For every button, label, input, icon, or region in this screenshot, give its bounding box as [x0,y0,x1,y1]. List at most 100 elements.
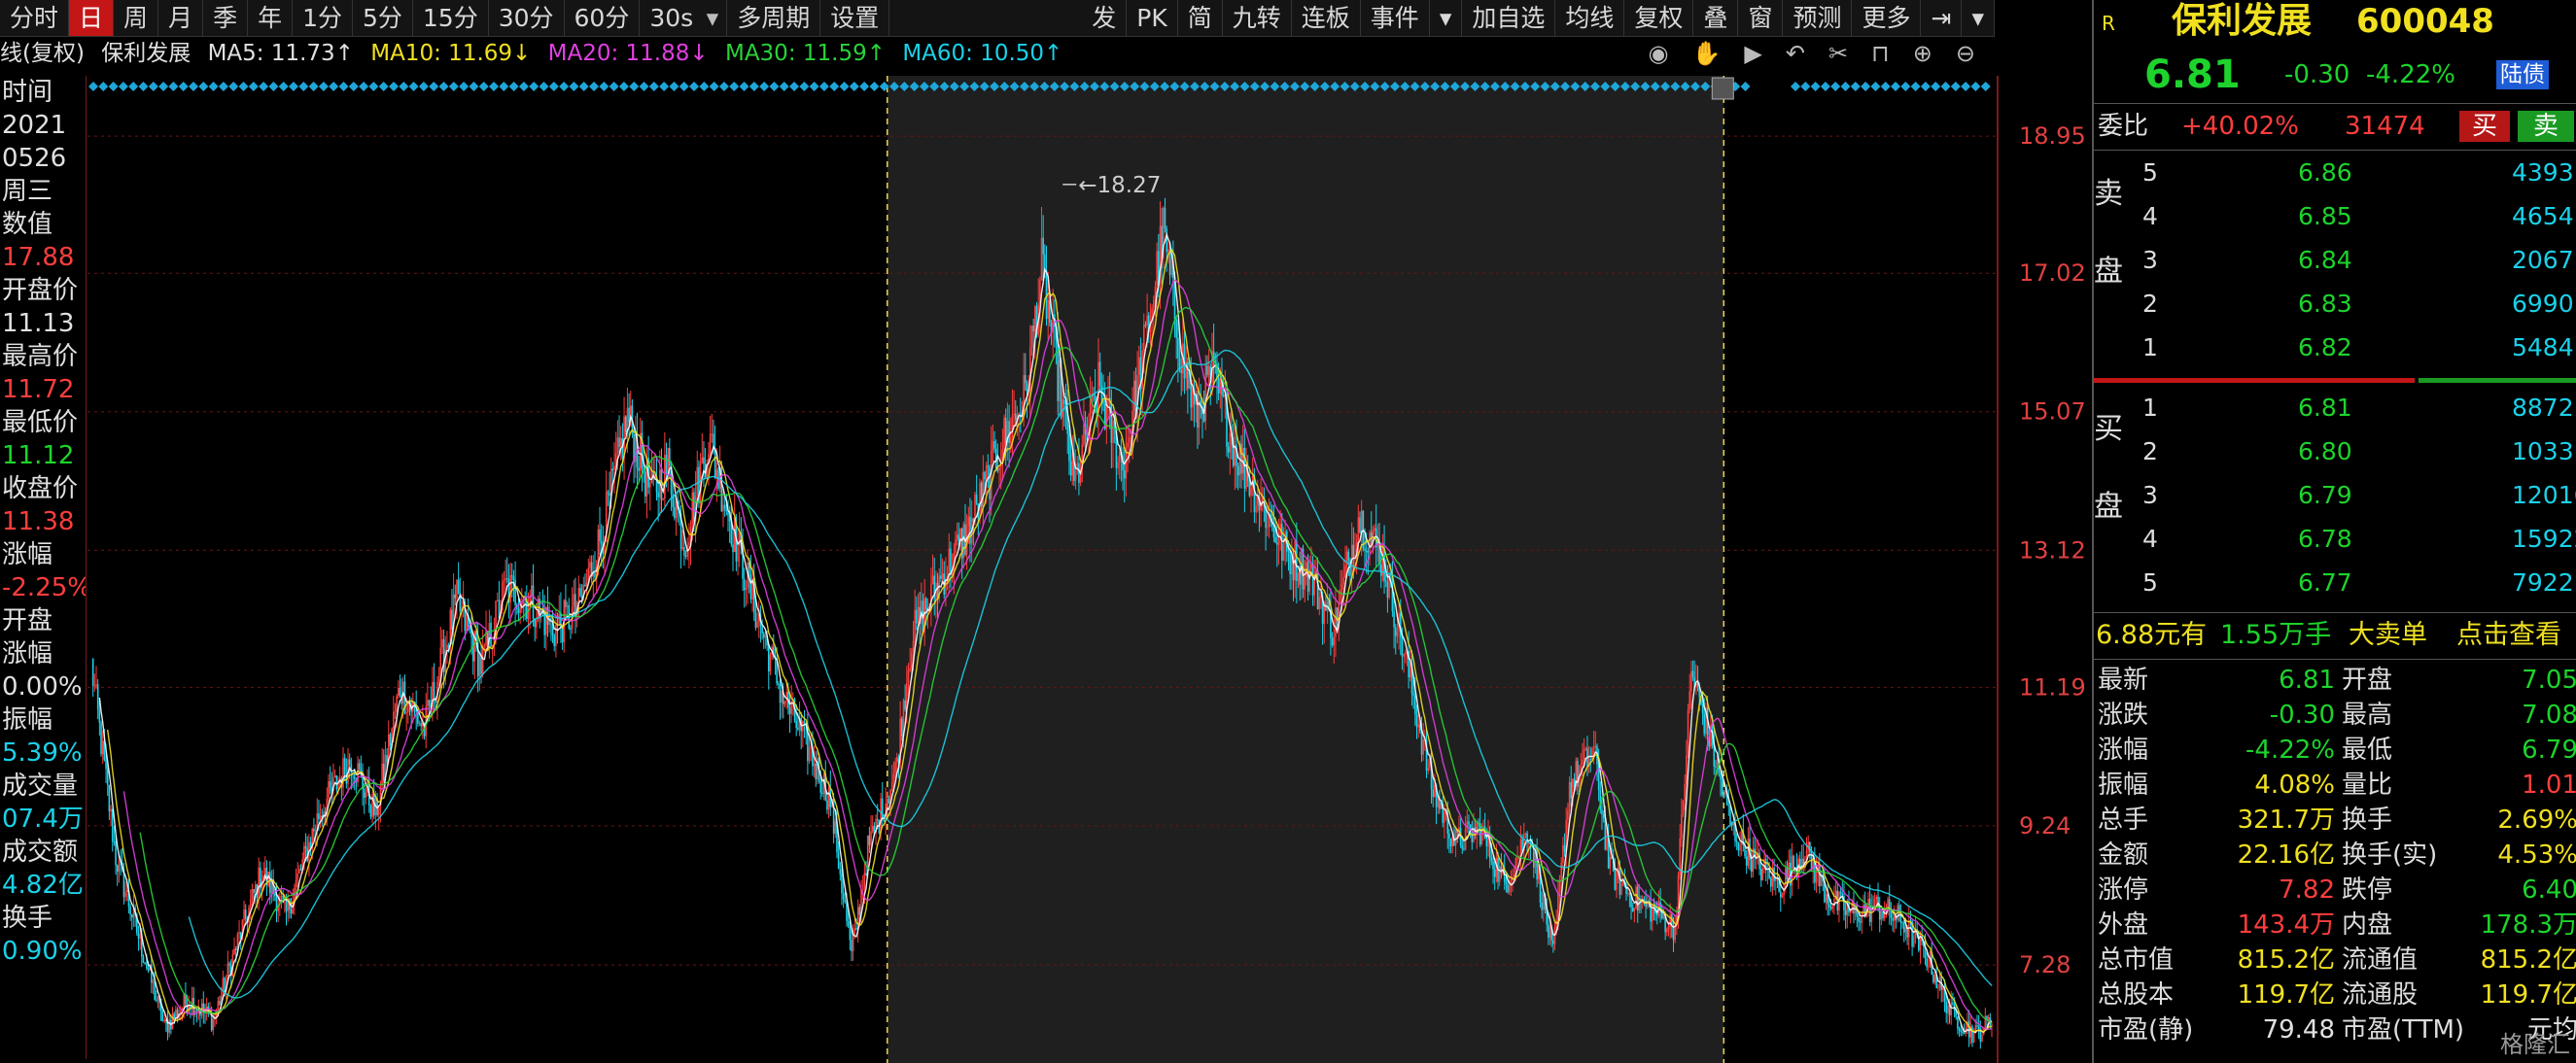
candle-body [1485,837,1488,846]
period-tab-1[interactable]: 日 [69,0,115,36]
ask-level-row[interactable]: 3 6.84 2067 [2123,239,2576,282]
candle-body [1691,670,1694,678]
eye-icon[interactable]: ◉ [1649,37,1669,70]
period-tab-6[interactable]: 1分 [293,0,353,36]
function-button-6[interactable]: 加自选 [1462,0,1556,36]
ask-level-row[interactable]: 4 6.85 4654 [2123,195,2576,238]
bid-level-row[interactable]: 5 6.77 7922 [2123,562,2576,604]
function-button-7[interactable]: 均线 [1555,0,1625,36]
ask-level-row[interactable]: 1 6.82 5484 [2123,326,2576,369]
zoom-out-icon[interactable]: ⊖ [1956,37,1975,70]
candle-body [1432,789,1434,798]
connect-badge[interactable]: 陆债 [2496,60,2549,89]
period-tab-8[interactable]: 15分 [413,0,489,36]
bid-level-price: 6.81 [2298,394,2352,422]
period-tab-7[interactable]: 5分 [353,0,413,36]
period-tab-13[interactable]: 设置 [820,0,890,36]
price-tick-label: 7.28 [2019,951,2071,978]
function-button-1[interactable]: PK [1127,0,1178,36]
kline-chart[interactable]: 18.9517.0215.0713.1211.199.247.28←18.276… [87,76,2090,1063]
function-button-9[interactable]: 叠 [1693,0,1739,36]
candle-body [1558,880,1561,894]
zoom-in-icon[interactable]: ⊕ [1913,37,1932,70]
ask-level-row[interactable]: 5 6.86 4393 [2123,152,2576,194]
bid-level-row[interactable]: 2 6.80 10331 [2123,430,2576,473]
stat-value: 119.7亿 [2480,980,2576,1010]
candle-body [226,963,229,978]
candle-body [888,799,890,805]
event-marker [518,82,529,91]
price-tick-label: 11.19 [2019,673,2086,701]
bid-level-row[interactable]: 1 6.81 8872 [2123,387,2576,429]
hand-icon[interactable]: ✋ [1691,37,1721,70]
price-change: -0.30 [2284,60,2350,89]
event-marker [88,82,98,91]
sell-button[interactable]: 卖 [2518,111,2574,142]
event-marker [1861,82,1871,91]
function-button-4[interactable]: 连板 [1292,0,1361,36]
function-button-0[interactable]: 发 [1082,0,1128,36]
collapse-panel-icon[interactable]: ⇥ [1921,0,1963,36]
candle-body [611,468,614,470]
function-button-3[interactable]: 九转 [1223,0,1292,36]
info-row-22: 07.4万 [2,805,84,834]
function-button-2[interactable]: 简 [1178,0,1223,36]
period-tab-12[interactable]: 多周期 [727,0,821,36]
candle-body [106,769,109,785]
period-tab-3[interactable]: 月 [158,0,204,36]
candle-body [909,668,911,671]
candle-body [917,606,920,624]
function-button-10[interactable]: 窗 [1738,0,1784,36]
candle-body [398,687,400,697]
candle-body [1552,940,1554,944]
event-marker [1840,82,1851,91]
function-button-5[interactable]: 事件 [1361,0,1430,36]
ma5-label: MA5: 11.73↑ [207,41,354,66]
candle-body [238,932,240,935]
candle-body [483,645,486,647]
chevron-down-icon[interactable]: ▾ [707,0,719,36]
candle-body [795,720,797,728]
buy-button[interactable]: 买 [2459,111,2510,142]
period-tab-2[interactable]: 周 [114,0,159,36]
event-marker [659,82,670,91]
bid-level-row[interactable]: 3 6.79 12016 [2123,474,2576,517]
candle-body [1289,551,1291,575]
function-button-11[interactable]: 预测 [1783,0,1853,36]
info-row-0: 时间 [2,78,53,107]
period-tab-0[interactable]: 分时 [0,0,70,36]
period-tab-10[interactable]: 60分 [565,0,641,36]
scissors-icon[interactable]: ✂ [1828,37,1848,70]
lock-icon[interactable]: ⊓ [1871,37,1890,70]
more-dropdown-icon[interactable]: ▾ [1962,0,1995,36]
big-order-row[interactable]: 6.88元有 1.55万手 大卖单 点击查看 [2094,614,2576,657]
candle-body [1831,906,1834,909]
big-order-view-link[interactable]: 点击查看 [2456,614,2561,657]
candle-body [1829,907,1832,909]
period-tab-11[interactable]: 30s ▾ [640,0,728,36]
function-buttons: 发 PK 简九转 连板 事件 ▾ 加自选 均线 复权叠窗预测 更多 ⇥ ▾ [1082,0,1995,36]
candle-body [1721,779,1723,795]
event-dropdown-icon[interactable]: ▾ [1430,0,1463,36]
candle-body [1619,867,1621,895]
function-button-8[interactable]: 复权 [1624,0,1694,36]
period-tab-5[interactable]: 年 [248,0,294,36]
ask-level-row[interactable]: 2 6.83 6990 [2123,283,2576,326]
info-row-10: 最低价 [2,408,79,437]
event-marker [1791,82,1800,91]
candle-body [881,798,884,821]
undo-icon[interactable]: ↶ [1786,37,1805,70]
function-button-12[interactable]: 更多 [1852,0,1922,36]
candle-body [962,524,965,559]
candle-body [1123,470,1126,479]
candle-body [1819,865,1821,887]
play-icon[interactable]: ▶ [1744,37,1761,70]
candle-body [1078,463,1080,483]
period-tab-9[interactable]: 30分 [489,0,565,36]
big-order-type: 大卖单 [2349,620,2427,650]
candle-body [1434,784,1436,798]
candle-body [1062,399,1064,418]
candle-body [813,763,816,767]
bid-level-row[interactable]: 4 6.78 15922 [2123,518,2576,561]
period-tab-4[interactable]: 季 [203,0,249,36]
